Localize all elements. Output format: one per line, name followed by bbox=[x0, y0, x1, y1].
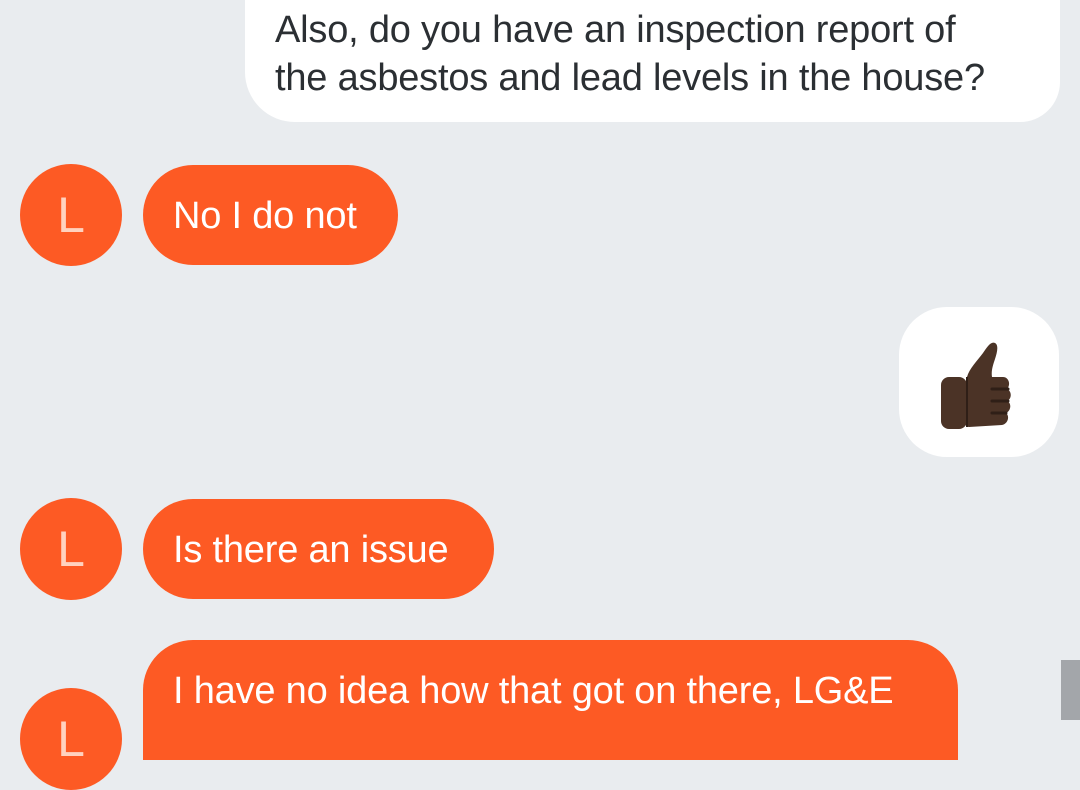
avatar[interactable]: L bbox=[20, 164, 122, 266]
message-text: I have no idea how that got on there, LG… bbox=[173, 670, 894, 712]
message-text: No I do not bbox=[173, 195, 357, 237]
incoming-message[interactable]: Is there an issue bbox=[143, 499, 494, 599]
incoming-message[interactable]: I have no idea how that got on there, LG… bbox=[143, 640, 958, 760]
message-text-line: Also, do you have an inspection report o… bbox=[275, 9, 956, 51]
outgoing-emoji-message[interactable] bbox=[899, 307, 1059, 457]
thumbs-up-icon bbox=[941, 342, 1011, 429]
avatar[interactable]: L bbox=[20, 498, 122, 600]
avatar[interactable]: L bbox=[20, 688, 122, 790]
outgoing-message[interactable]: Also, do you have an inspection report o… bbox=[245, 0, 1060, 122]
incoming-message[interactable]: No I do not bbox=[143, 165, 398, 265]
message-text: Is there an issue bbox=[173, 529, 449, 571]
message-text-line: the asbestos and lead levels in the hous… bbox=[275, 57, 985, 99]
scrollbar-thumb[interactable] bbox=[1061, 660, 1080, 720]
message-thread: Also, do you have an inspection report o… bbox=[0, 0, 1080, 790]
